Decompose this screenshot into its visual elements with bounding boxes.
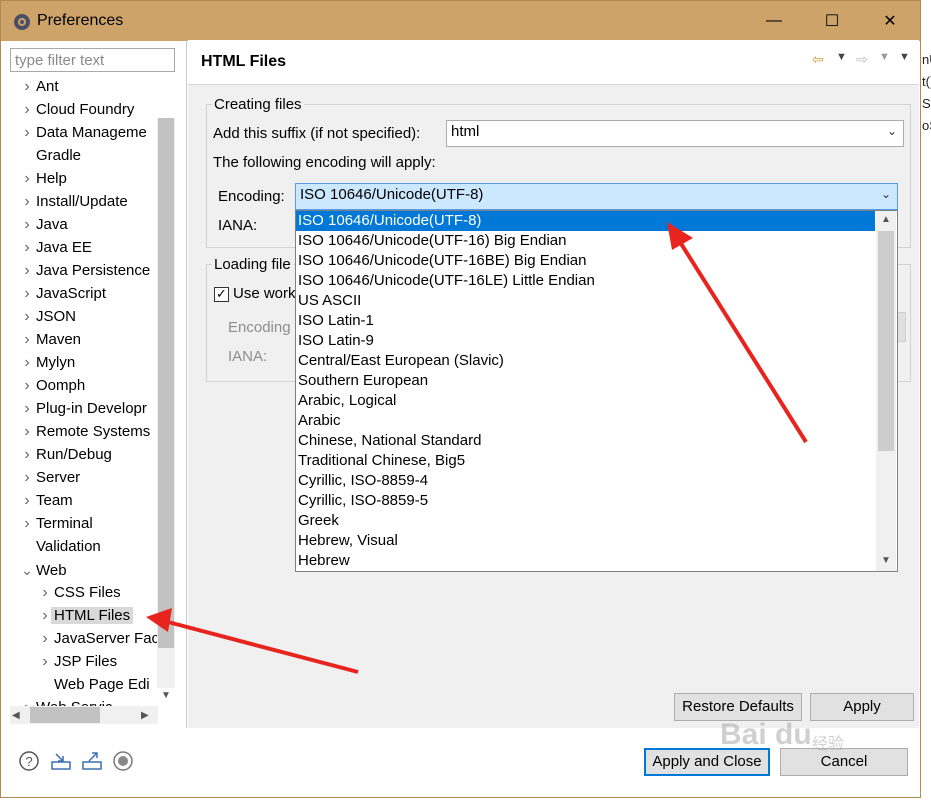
annotation-arrow-to-option: [667, 222, 808, 444]
annotation-overlay: [146, 222, 808, 674]
annotation-arrow-to-tree: [146, 608, 359, 674]
